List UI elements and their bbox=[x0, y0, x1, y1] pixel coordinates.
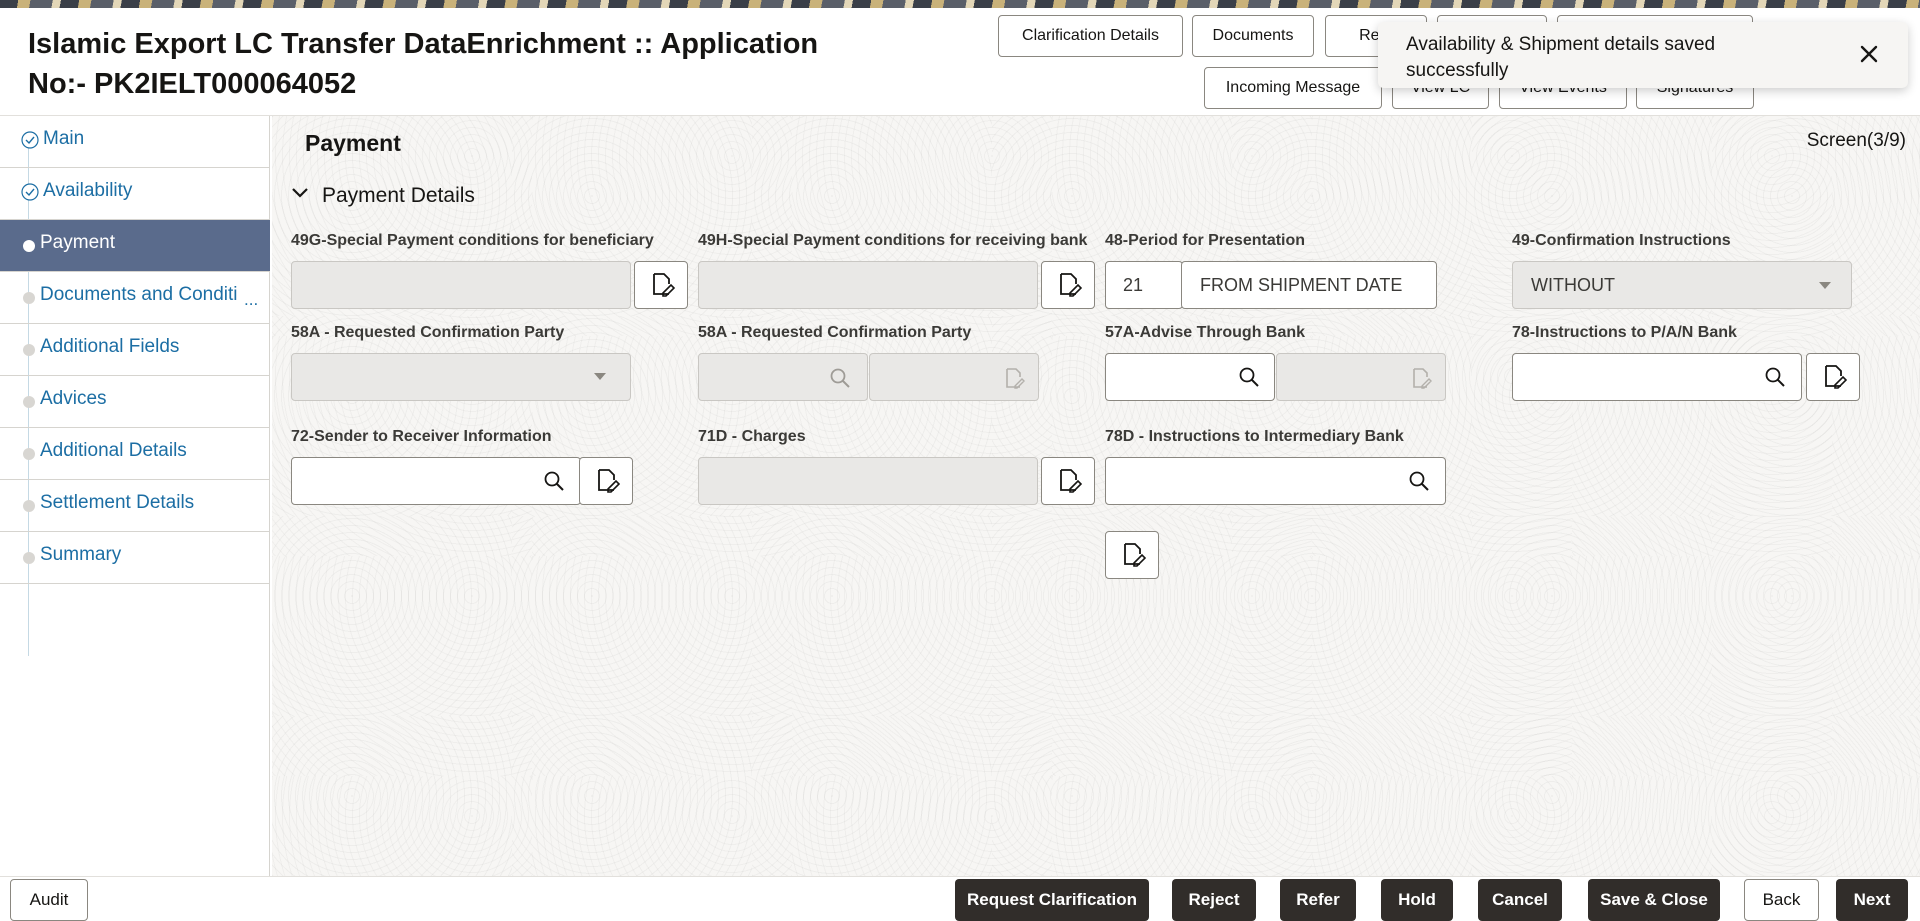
toast-message: Availability & Shipment details saved su… bbox=[1406, 34, 1716, 81]
sidebar-item-documents-and-conditions[interactable]: Documents and Conditi ... bbox=[0, 272, 270, 324]
close-icon[interactable] bbox=[1856, 41, 1882, 67]
chevron-down-icon[interactable] bbox=[290, 186, 310, 200]
edit-document-icon bbox=[598, 469, 620, 493]
edit-document-icon bbox=[653, 273, 675, 297]
field-label-58a: 58A - Requested Confirmation Party bbox=[291, 324, 565, 341]
sidebar-item-settlement-details[interactable]: Settlement Details bbox=[0, 480, 270, 532]
sidebar-item-label: Availability bbox=[43, 180, 133, 201]
sidebar-item-label: Settlement Details bbox=[40, 492, 195, 513]
select-value: WITHOUT bbox=[1531, 275, 1615, 295]
edit-document-button-71d[interactable] bbox=[1041, 457, 1095, 505]
refer-button[interactable]: Refer bbox=[1280, 879, 1356, 921]
sidebar-item-additional-fields[interactable]: Additional Fields bbox=[0, 324, 270, 376]
step-dot bbox=[23, 448, 35, 460]
sidebar-item-label: Additional Fields bbox=[40, 336, 180, 357]
field-label-49h: 49H-Special Payment conditions for recei… bbox=[698, 232, 1088, 249]
chevron-down-icon bbox=[1819, 282, 1831, 289]
step-dot bbox=[23, 552, 35, 564]
step-dot bbox=[23, 344, 35, 356]
field-label-72: 72-Sender to Receiver Information bbox=[291, 428, 552, 445]
search-icon[interactable] bbox=[829, 367, 851, 389]
check-circle-icon bbox=[21, 183, 39, 201]
edit-document-icon bbox=[1825, 365, 1847, 389]
step-dot bbox=[23, 396, 35, 408]
edit-document-button-78d[interactable] bbox=[1105, 531, 1159, 579]
save-close-button[interactable]: Save & Close bbox=[1588, 879, 1720, 921]
field-label-57a: 57A-Advise Through Bank bbox=[1105, 324, 1306, 341]
search-icon[interactable] bbox=[1408, 470, 1430, 492]
sidebar-item-label: Main bbox=[43, 128, 85, 149]
audit-button[interactable]: Audit bbox=[10, 879, 88, 921]
sidebar-item-availability[interactable]: Availability bbox=[0, 168, 270, 220]
search-icon[interactable] bbox=[543, 470, 565, 492]
next-button[interactable]: Next bbox=[1836, 879, 1908, 921]
period-narrative-input[interactable]: FROM SHIPMENT DATE bbox=[1181, 261, 1437, 309]
sender-receiver-info-input[interactable] bbox=[291, 457, 581, 505]
field-49h-input[interactable] bbox=[698, 261, 1038, 309]
cancel-button[interactable]: Cancel bbox=[1478, 879, 1562, 921]
sidebar-item-label: Documents and Conditi bbox=[40, 284, 238, 305]
instructions-pan-bank-input[interactable] bbox=[1512, 353, 1802, 401]
sidebar-item-summary[interactable]: Summary bbox=[0, 532, 270, 584]
step-dot bbox=[23, 292, 35, 304]
sidebar-item-advices[interactable]: Advices bbox=[0, 376, 270, 428]
field-label-48: 48-Period for Presentation bbox=[1105, 232, 1306, 249]
field-label-71d: 71D - Charges bbox=[698, 428, 806, 445]
field-label-58a-2: 58A - Requested Confirmation Party bbox=[698, 324, 972, 341]
confirmation-party-select[interactable] bbox=[291, 353, 631, 401]
field-label-78d: 78D - Instructions to Intermediary Bank bbox=[1105, 428, 1404, 445]
main-content: Payment Screen(3/9) Payment Details 49G-… bbox=[272, 116, 1920, 876]
sidebar-item-label: Advices bbox=[40, 388, 107, 409]
edit-document-icon bbox=[1060, 273, 1082, 297]
current-step-dot bbox=[23, 240, 35, 252]
edit-document-icon[interactable] bbox=[1003, 367, 1025, 389]
incoming-message-button[interactable]: Incoming Message bbox=[1204, 67, 1382, 109]
confirmation-instructions-select[interactable]: WITHOUT bbox=[1512, 261, 1852, 309]
clarification-details-button[interactable]: Clarification Details bbox=[998, 15, 1183, 57]
edit-document-button-72[interactable] bbox=[579, 457, 633, 505]
period-days-input[interactable]: 21 bbox=[1105, 261, 1183, 309]
screen-counter: Screen(3/9) bbox=[1806, 130, 1906, 151]
edit-document-button-78[interactable] bbox=[1806, 353, 1860, 401]
sidebar-item-label: Payment bbox=[40, 232, 115, 253]
sidebar-item-label: Additional Details bbox=[40, 440, 187, 461]
documents-button[interactable]: Documents bbox=[1192, 15, 1314, 57]
search-icon[interactable] bbox=[1764, 366, 1786, 388]
reject-button[interactable]: Reject bbox=[1172, 879, 1256, 921]
edit-document-icon bbox=[1124, 543, 1146, 567]
sidebar-item-main[interactable]: Main bbox=[0, 116, 270, 168]
field-label-78: 78-Instructions to P/A/N Bank bbox=[1512, 324, 1737, 341]
truncation-ellipsis: ... bbox=[244, 290, 259, 309]
edit-document-icon[interactable] bbox=[1410, 367, 1432, 389]
step-dot bbox=[23, 500, 35, 512]
sidebar-item-label: Summary bbox=[40, 544, 122, 565]
back-button[interactable]: Back bbox=[1744, 879, 1819, 921]
hold-button[interactable]: Hold bbox=[1381, 879, 1453, 921]
chevron-down-icon bbox=[594, 373, 606, 380]
sidebar-item-payment[interactable]: Payment bbox=[0, 220, 270, 272]
footer-action-bar: Audit Request Clarification Reject Refer… bbox=[0, 876, 1920, 921]
charges-input[interactable] bbox=[698, 457, 1038, 505]
sidebar-nav: Main Availability Payment Documents and … bbox=[0, 116, 270, 876]
edit-document-button-49h[interactable] bbox=[1041, 261, 1095, 309]
field-label-49g: 49G-Special Payment conditions for benef… bbox=[291, 232, 654, 249]
request-clarification-button[interactable]: Request Clarification bbox=[955, 879, 1149, 921]
search-icon[interactable] bbox=[1238, 366, 1260, 388]
field-label-49: 49-Confirmation Instructions bbox=[1512, 232, 1731, 249]
page-title: Payment bbox=[305, 130, 401, 156]
section-title: Payment Details bbox=[322, 184, 475, 207]
edit-document-button-49g[interactable] bbox=[634, 261, 688, 309]
sidebar-item-additional-details[interactable]: Additional Details bbox=[0, 428, 270, 480]
field-49g-input[interactable] bbox=[291, 261, 631, 309]
page-header-title: Islamic Export LC Transfer DataEnrichmen… bbox=[28, 28, 819, 100]
check-circle-icon bbox=[21, 131, 39, 149]
edit-document-icon bbox=[1060, 469, 1082, 493]
success-toast: Availability & Shipment details saved su… bbox=[1378, 22, 1908, 88]
top-banner-strip bbox=[0, 0, 1920, 8]
intermediary-bank-instructions-input[interactable] bbox=[1105, 457, 1446, 505]
